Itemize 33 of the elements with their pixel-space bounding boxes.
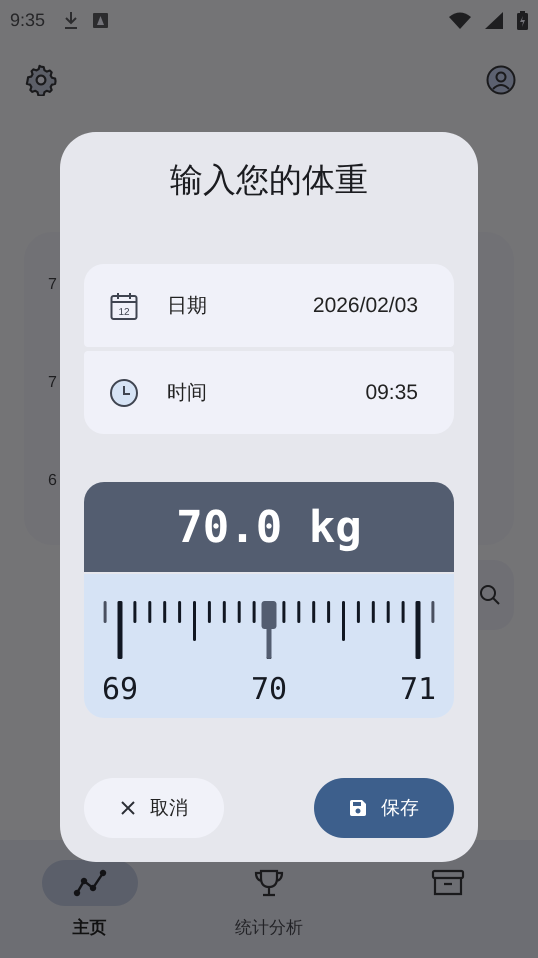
cancel-button[interactable]: 取消 [84,778,224,838]
nav-tab[interactable]: 主页 [20,860,160,958]
dialog-title: 输入您的体重 [169,160,369,200]
status-time: 9:35 [10,10,46,30]
save-button[interactable]: 保存 [314,778,454,838]
ruler-label: 69 [102,672,138,707]
ruler-thumb[interactable] [262,601,276,659]
weight-reading: 70.0 kg [176,502,362,552]
profile-icon[interactable] [486,65,516,95]
time-row[interactable]: 时间 09:35 [84,351,454,434]
axis-label: 7 [48,373,57,393]
date-label: 日期 [167,294,207,319]
axis-label: 6 [48,471,57,491]
date-value: 2026/02/03 [312,294,418,318]
signal-icon [485,12,503,28]
search-icon [478,583,502,607]
ruler-label: 71 [400,672,436,707]
clock-icon [109,378,139,408]
time-value: 09:35 [365,380,418,404]
battery-icon [517,10,528,30]
settings-icon[interactable] [25,64,57,96]
time-label: 时间 [167,381,207,406]
axis-label: 7 [48,275,57,295]
close-icon [120,800,136,816]
archive-box-icon [431,869,466,897]
ruler-label: 70 [250,672,288,707]
wifi-icon [449,12,471,28]
date-row[interactable]: 12 日期 2026/02/03 [84,264,454,347]
save-icon [349,799,367,817]
weight-ruler[interactable]: 69 70 71 [84,574,454,718]
download-icon [63,10,80,30]
line-chart-icon [72,869,107,897]
app-notification-icon [93,12,108,28]
